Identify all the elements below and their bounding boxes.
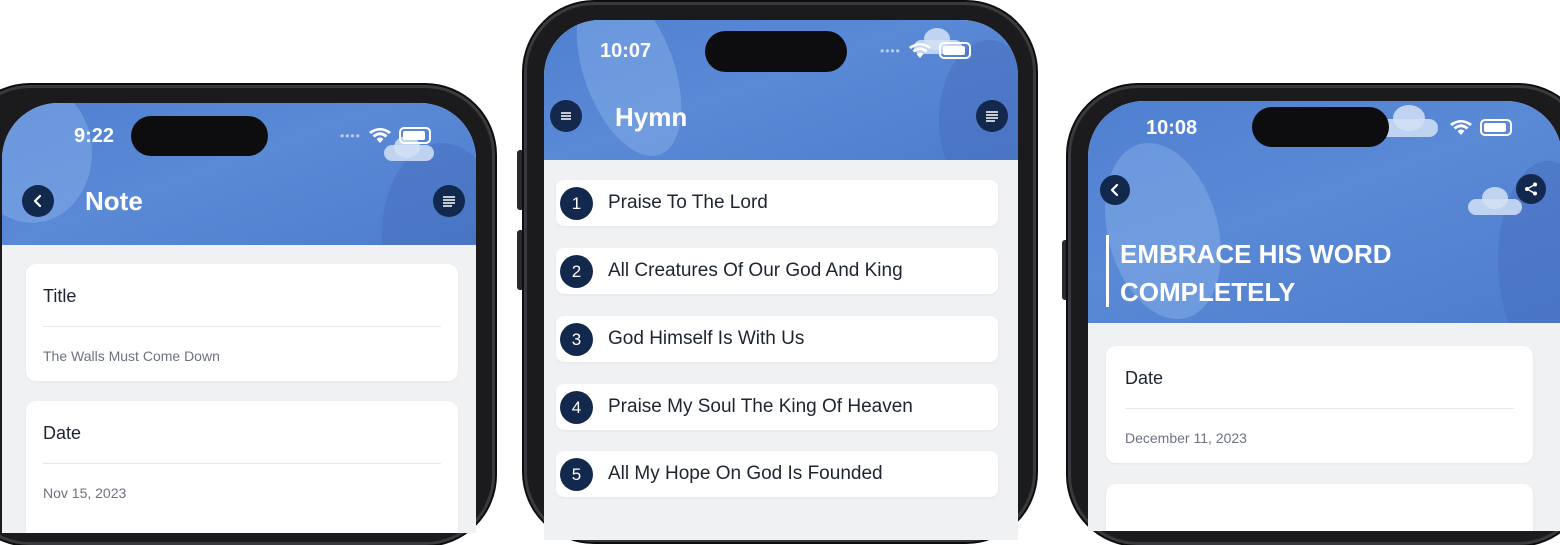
wifi-icon [908, 42, 931, 58]
devotion-heading-line: EMBRACE HIS WORD [1120, 239, 1392, 269]
back-icon [33, 194, 42, 208]
menu-button[interactable] [433, 185, 465, 217]
date-field-card[interactable]: Date December 11, 2023 [1106, 346, 1533, 463]
hymn-list-item[interactable]: 5 All My Hope On God Is Founded [556, 451, 998, 497]
note-screen: 9:22 •••• Note Title The Walls Must Come… [2, 103, 476, 533]
note-phone-frame: 9:22 •••• Note Title The Walls Must Come… [0, 85, 495, 545]
cloud-decoration [1393, 105, 1425, 131]
field-label: Date [1125, 368, 1164, 388]
devotion-phone-frame: 10:08 EMBRACE HIS WORD COMPLETELY Date D… [1068, 85, 1560, 545]
battery-icon [1480, 119, 1512, 136]
dynamic-island [705, 31, 847, 72]
share-button[interactable] [1516, 174, 1546, 204]
hymn-list-item[interactable]: 4 Praise My Soul The King Of Heaven [556, 384, 998, 430]
battery-icon [938, 42, 971, 59]
hymn-title: All Creatures Of Our God And King [608, 260, 903, 281]
back-button[interactable] [1100, 175, 1130, 205]
status-time: 10:07 [600, 40, 652, 62]
heading-accent-bar [1106, 235, 1109, 307]
battery-icon [398, 127, 431, 144]
page-title: Note [85, 186, 143, 216]
devotion-screen: 10:08 EMBRACE HIS WORD COMPLETELY Date D… [1088, 101, 1560, 531]
list-menu-button[interactable] [976, 100, 1008, 132]
hymn-title: God Himself Is With Us [608, 328, 805, 349]
menu-lines-icon [986, 111, 998, 122]
hymn-title: Praise To The Lord [608, 192, 768, 213]
menu-lines-icon [561, 112, 571, 120]
hymn-header: 10:07 •••• Hymn [544, 20, 1018, 160]
hymn-list-item[interactable]: 1 Praise To The Lord [556, 180, 998, 226]
signal-dots: •••• [880, 43, 901, 58]
field-value: December 11, 2023 [1125, 430, 1247, 446]
field-value: The Walls Must Come Down [43, 348, 220, 364]
cloud-decoration [1482, 187, 1508, 209]
hymn-title: All My Hope On God Is Founded [608, 463, 883, 484]
wifi-icon [1450, 119, 1472, 135]
status-time: 10:08 [1146, 117, 1198, 139]
back-icon [1110, 183, 1119, 197]
field-label: Date [43, 423, 82, 443]
status-icons: •••• [880, 42, 971, 59]
menu-drawer-button[interactable] [550, 100, 582, 132]
hymn-screen: 10:07 •••• Hymn 1 Praise To The Lord 2 A… [544, 20, 1018, 540]
hymn-list-item[interactable]: 3 God Himself Is With Us [556, 316, 998, 362]
hymn-number-badge: 3 [560, 323, 593, 356]
divider [1125, 408, 1514, 409]
wifi-icon [368, 127, 391, 143]
divider [43, 463, 441, 464]
back-button[interactable] [22, 185, 54, 217]
note-header: 9:22 •••• Note [2, 103, 476, 245]
hymn-number-badge: 2 [560, 255, 593, 288]
dynamic-island [1252, 107, 1389, 147]
hymn-number-badge: 4 [560, 391, 593, 424]
hymn-title: Praise My Soul The King Of Heaven [608, 396, 913, 417]
share-icon [1525, 182, 1537, 196]
divider [43, 326, 441, 327]
status-icons: •••• [340, 127, 431, 144]
page-title: Hymn [615, 102, 688, 132]
menu-lines-icon [443, 196, 455, 207]
status-time: 9:22 [74, 125, 115, 147]
next-field-card[interactable] [1106, 484, 1533, 531]
devotion-header: 10:08 EMBRACE HIS WORD COMPLETELY [1088, 101, 1560, 323]
hymn-list-item[interactable]: 2 All Creatures Of Our God And King [556, 248, 998, 294]
title-field-card[interactable]: Title The Walls Must Come Down [26, 264, 458, 381]
field-label: Title [43, 286, 77, 306]
dynamic-island [131, 116, 268, 156]
field-value: Nov 15, 2023 [43, 485, 127, 501]
hymn-number-badge: 1 [560, 187, 593, 220]
date-field-card[interactable]: Date Nov 15, 2023 [26, 401, 458, 533]
hymn-number-badge: 5 [560, 458, 593, 491]
signal-dots: •••• [340, 128, 361, 143]
devotion-heading: EMBRACE HIS WORD COMPLETELY [1120, 235, 1392, 311]
devotion-heading-line: COMPLETELY [1120, 277, 1296, 307]
status-icons [1450, 119, 1512, 136]
hymn-phone-frame: 10:07 •••• Hymn 1 Praise To The Lord 2 A… [524, 2, 1036, 542]
